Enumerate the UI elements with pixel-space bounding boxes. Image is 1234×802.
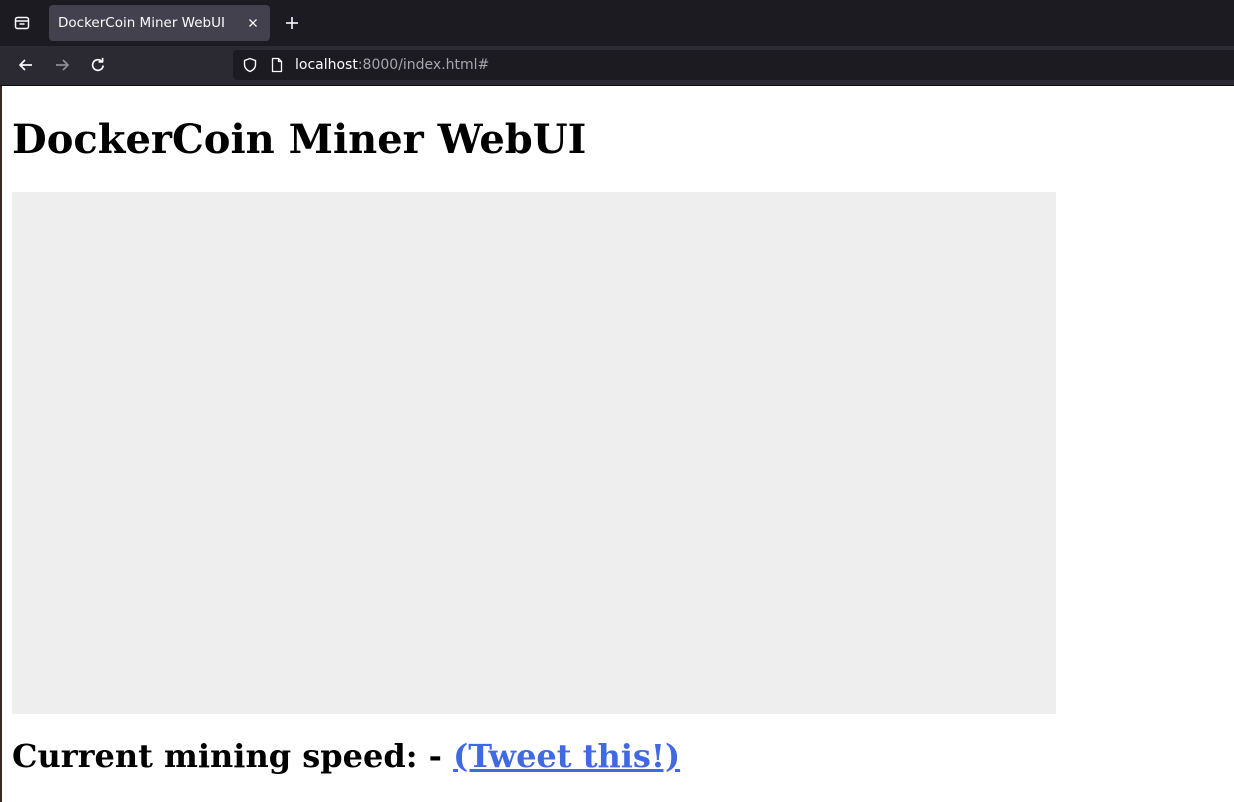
tab-close-button[interactable] [241,11,265,35]
tweet-link[interactable]: (Tweet this!) [453,737,680,775]
mining-speed-line: Current mining speed: - (Tweet this!) [12,734,680,778]
page-content: DockerCoin Miner WebUI Current mining sp… [0,86,1234,802]
close-icon [249,19,257,27]
url-path: :8000/index.html# [357,57,490,73]
tab-title: DockerCoin Miner WebUI [58,15,225,31]
page-title: DockerCoin Miner WebUI [12,116,587,163]
speed-label: Current mining speed: [12,737,418,775]
url-text[interactable]: localhost:8000/index.html# [295,50,489,80]
mining-speed-graph [12,192,1056,714]
new-tab-button[interactable] [276,7,308,39]
reload-button[interactable] [82,49,114,81]
arrow-right-icon [56,59,69,71]
window-edge [0,86,2,802]
navigation-toolbar: localhost:8000/index.html# [0,46,1234,86]
url-host: localhost [295,57,358,73]
tracking-protection-button[interactable] [239,54,261,76]
forward-button[interactable] [46,49,78,81]
tab-strip: DockerCoin Miner WebUI [0,0,1234,46]
arrow-left-icon [19,59,32,71]
back-button[interactable] [10,49,42,81]
document-icon [271,57,283,73]
shield-icon [243,57,257,73]
tab-active[interactable]: DockerCoin Miner WebUI [49,5,270,41]
speed-value: - [428,737,442,775]
reload-icon [91,57,105,72]
plus-icon [286,17,298,29]
firefox-view-icon [14,16,30,30]
browser-window: DockerCoin Miner WebUI localhost:8000/in… [0,0,1234,802]
page-info-icon[interactable] [268,56,286,74]
url-bar[interactable]: localhost:8000/index.html# [233,50,1234,80]
firefox-view-button[interactable] [6,7,38,39]
